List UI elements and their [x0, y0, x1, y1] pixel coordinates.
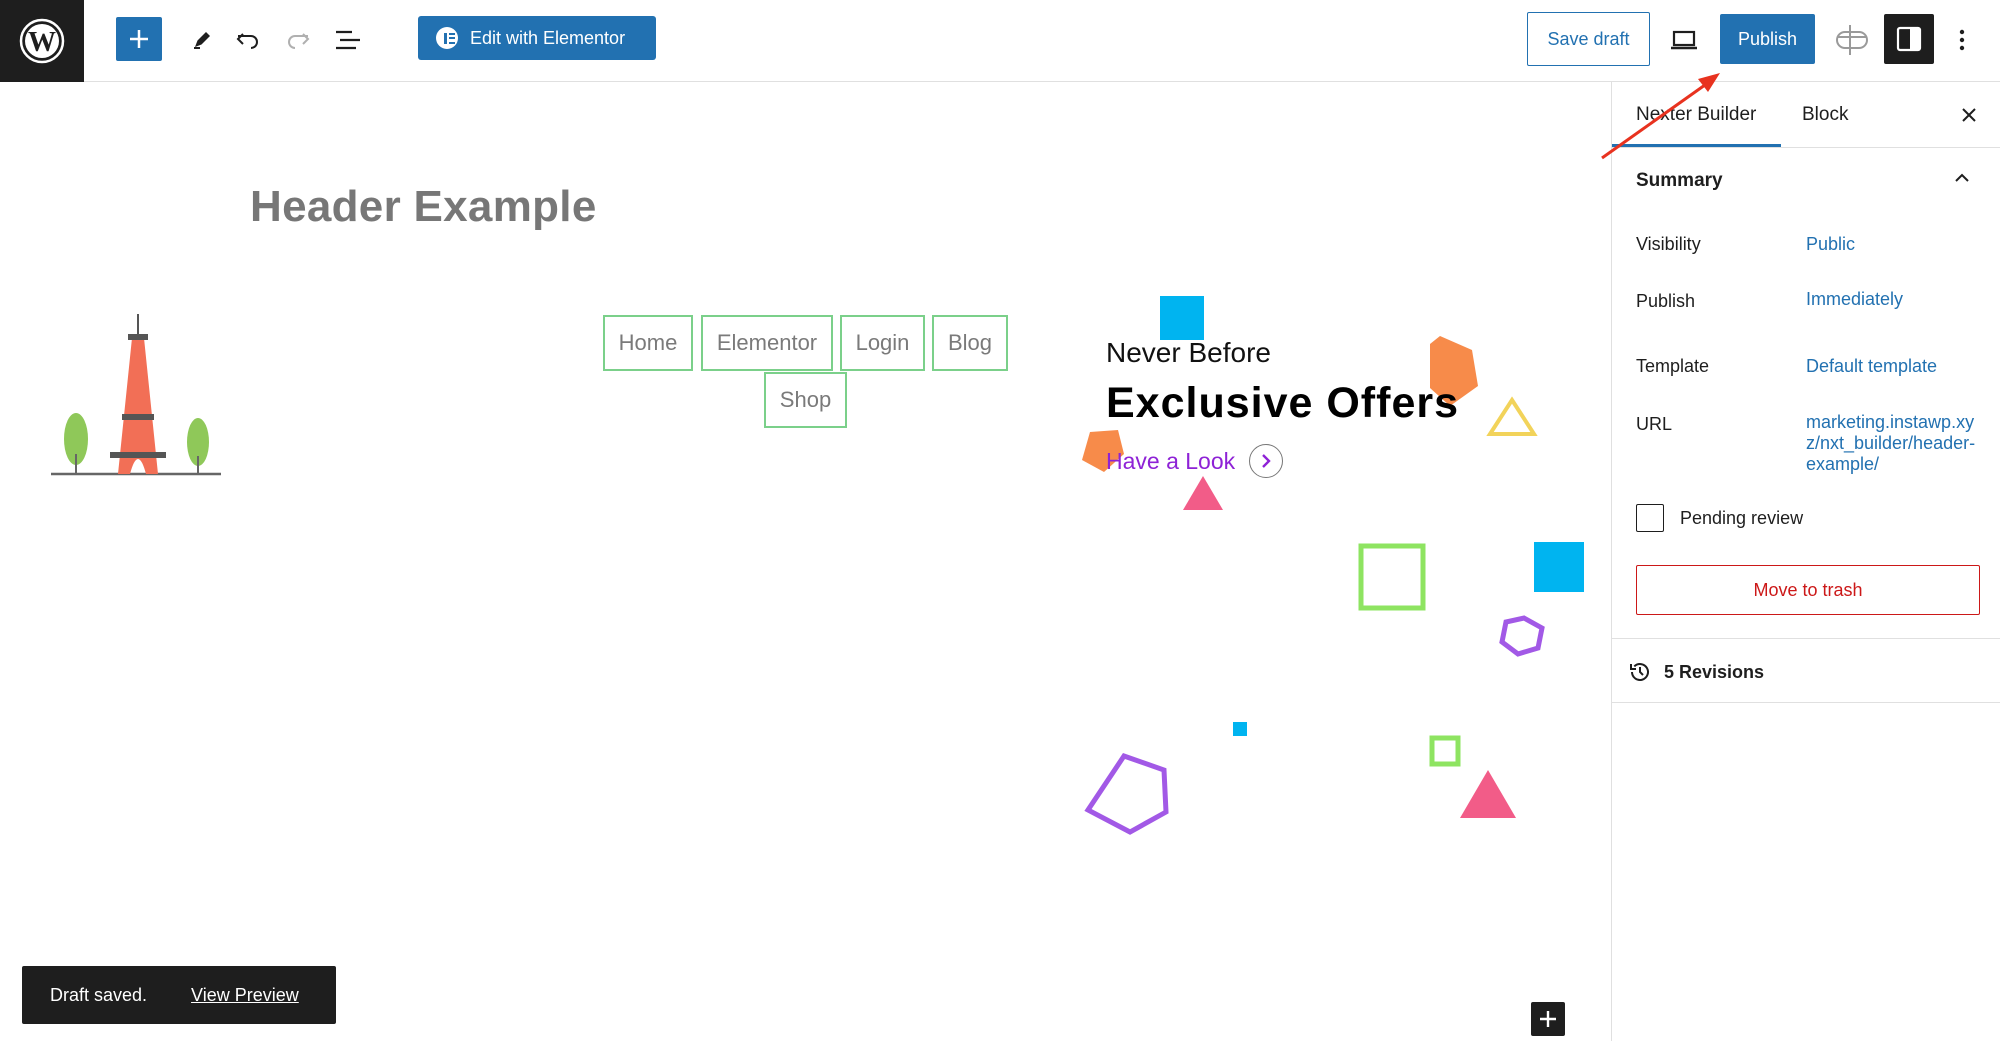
nav-menu-item[interactable]: Shop — [764, 372, 847, 428]
nav-menu-item[interactable]: Home — [603, 315, 693, 371]
publish-button[interactable]: Publish — [1720, 14, 1815, 64]
active-tab-indicator — [1612, 144, 1781, 147]
undo-button[interactable] — [226, 18, 270, 62]
pending-review-checkbox[interactable] — [1636, 504, 1664, 532]
list-view-button[interactable] — [326, 18, 370, 62]
redo-icon — [288, 33, 310, 49]
wordpress-logo-icon[interactable]: W — [0, 0, 84, 82]
preview-button[interactable] — [1662, 18, 1706, 62]
nav-menu-item[interactable]: Login — [840, 315, 925, 371]
pending-review-label[interactable]: Pending review — [1680, 508, 1803, 529]
url-value[interactable]: marketing.instawp.xyz/nxt_builder/header… — [1806, 412, 1978, 475]
url-label: URL — [1636, 414, 1673, 434]
elementor-icon — [436, 27, 458, 49]
publish-label: Publish — [1636, 291, 1696, 311]
add-block-button[interactable] — [1531, 1002, 1565, 1036]
close-sidebar-button[interactable] — [1954, 100, 1984, 130]
sidebar-tabs: Nexter Builder Block — [1612, 82, 2000, 148]
save-draft-button[interactable]: Save draft — [1527, 12, 1650, 66]
tab-nexter-builder[interactable]: Nexter Builder — [1636, 82, 1756, 148]
visibility-label: Visibility — [1636, 234, 1701, 254]
redo-button[interactable] — [276, 18, 320, 62]
move-to-trash-button[interactable]: Move to trash — [1636, 565, 1980, 615]
revisions-button[interactable]: 5 Revisions — [1628, 660, 1764, 684]
undo-icon — [236, 33, 258, 49]
visibility-value[interactable]: Public — [1806, 234, 1855, 255]
block-inserter-button[interactable] — [116, 17, 162, 61]
plus-icon — [130, 30, 148, 48]
have-a-look-label: Have a Look — [1106, 447, 1236, 474]
nexter-button[interactable] — [1830, 18, 1874, 62]
nexter-icon — [1836, 25, 1868, 55]
publish-date-value[interactable]: Immediately — [1806, 289, 1903, 310]
nav-menu-item[interactable]: Blog — [932, 315, 1008, 371]
tools-button[interactable] — [180, 18, 224, 62]
template-value[interactable]: Default template — [1806, 356, 1937, 377]
settings-sidebar-toggle[interactable] — [1884, 14, 1934, 64]
page-title[interactable]: Header Example — [250, 182, 597, 232]
eiffel-tower-logo[interactable] — [48, 314, 224, 494]
nav-menu-item[interactable]: Elementor — [701, 315, 833, 371]
settings-sidebar: Nexter Builder Block Summary Visibility … — [1611, 82, 2000, 1041]
history-icon — [1630, 663, 1649, 681]
draft-saved-notice: Draft saved. View Preview — [22, 966, 336, 1024]
summary-panel-title[interactable]: Summary — [1636, 170, 1723, 192]
revisions-label: 5 Revisions — [1664, 661, 1765, 682]
options-menu-button[interactable] — [1944, 18, 1980, 62]
edit-with-elementor-label: Edit with Elementor — [470, 27, 626, 48]
more-vertical-icon — [1959, 29, 1965, 51]
snackbar-message: Draft saved. — [50, 984, 148, 1005]
close-icon — [1962, 108, 1976, 122]
divider — [1612, 638, 2000, 639]
pencil-icon — [194, 32, 210, 49]
template-label: Template — [1636, 356, 1710, 376]
chevron-right-icon — [1249, 444, 1284, 478]
editor-toolbar: W Edit with Elementor Save draft Publish — [0, 0, 2000, 82]
laptop-preview-icon — [1671, 30, 1697, 50]
edit-with-elementor-button[interactable]: Edit with Elementor — [418, 16, 656, 60]
divider — [1612, 702, 2000, 703]
sidebar-toggle-icon — [1896, 26, 1922, 52]
list-view-icon — [336, 30, 360, 50]
tab-block[interactable]: Block — [1802, 82, 1848, 148]
promo-kicker: Never Before — [1106, 337, 1271, 368]
view-preview-link[interactable]: View Preview — [191, 985, 299, 1006]
editor-canvas: Header Example Home Elementor Login Blog… — [0, 82, 1611, 1041]
promo-title: Exclusive Offers — [1106, 379, 1460, 427]
plus-icon — [1540, 1011, 1556, 1027]
have-a-look-link[interactable]: Have a Look — [1106, 444, 1284, 478]
chevron-up-icon[interactable] — [1952, 168, 1972, 188]
svg-text:W: W — [28, 27, 56, 58]
